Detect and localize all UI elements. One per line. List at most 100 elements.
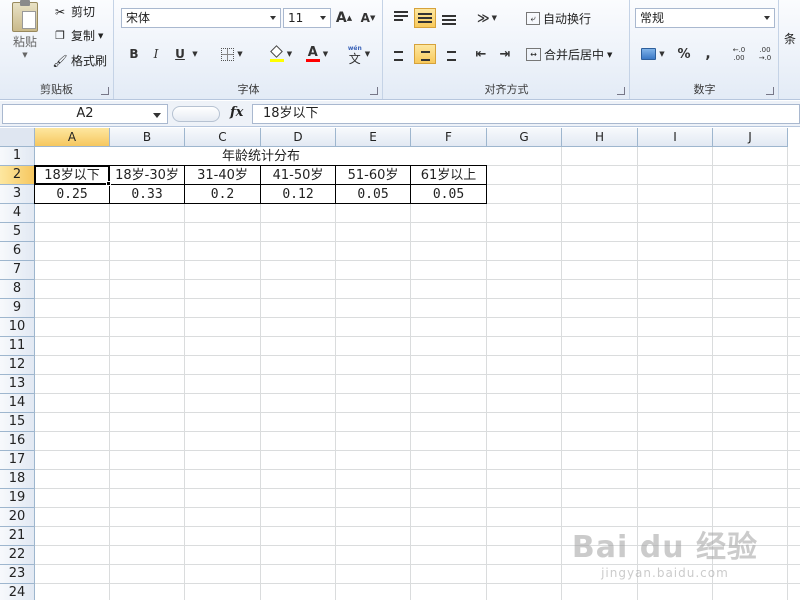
formula-bar: A2 fx 18岁以下 — [0, 101, 800, 127]
row-header-22[interactable]: 22 — [0, 546, 35, 565]
align-bottom-button[interactable] — [438, 8, 460, 28]
merge-center-button[interactable]: ↔ 合并后居中 ▼ — [526, 46, 612, 63]
fill-color-button[interactable]: ▼ — [265, 44, 297, 64]
font-color-button[interactable]: A ▼ — [301, 44, 333, 64]
header-cell-a[interactable]: 18岁以下 — [35, 166, 110, 185]
percent-button[interactable]: % — [673, 44, 695, 64]
accounting-format-button[interactable]: ▼ — [637, 44, 669, 64]
select-all-corner[interactable] — [0, 128, 35, 147]
column-header-i[interactable]: I — [638, 128, 713, 147]
underline-button[interactable]: U — [169, 44, 191, 64]
grow-font-button[interactable]: A ▲ — [333, 8, 355, 28]
row-header-4[interactable]: 4 — [0, 204, 35, 223]
row-header-21[interactable]: 21 — [0, 527, 35, 546]
value-cell-d[interactable]: 0.12 — [261, 185, 336, 204]
row-header-8[interactable]: 8 — [0, 280, 35, 299]
chevron-down-icon: ▼ — [237, 50, 243, 58]
align-left-button[interactable] — [390, 44, 412, 64]
row-header-2[interactable]: 2 — [0, 166, 35, 185]
header-cell-c[interactable]: 31-40岁 — [185, 166, 261, 185]
paste-button[interactable]: 粘贴 ▼ — [6, 0, 44, 59]
align-top-button[interactable] — [390, 8, 412, 28]
column-header-f[interactable]: F — [411, 128, 487, 147]
cut-button[interactable]: ✂ 剪切 — [52, 3, 95, 20]
align-center-button[interactable] — [414, 44, 436, 64]
row-header-18[interactable]: 18 — [0, 470, 35, 489]
fill-handle[interactable] — [106, 181, 111, 186]
clipboard-dialog-launcher-icon[interactable] — [101, 87, 109, 95]
increase-decimal-button[interactable]: ←.0 .00 — [727, 44, 751, 64]
row-header-20[interactable]: 20 — [0, 508, 35, 527]
increase-indent-button[interactable]: ⇥ — [494, 44, 516, 64]
row-header-17[interactable]: 17 — [0, 451, 35, 470]
column-header-a[interactable]: A — [35, 128, 110, 147]
row-header-24[interactable]: 24 — [0, 584, 35, 600]
header-cell-b[interactable]: 18岁-30岁 — [110, 166, 185, 185]
shrink-font-button[interactable]: A ▼ — [357, 8, 379, 28]
value-cell-f[interactable]: 0.05 — [411, 185, 487, 204]
value-cell-c[interactable]: 0.2 — [185, 185, 261, 204]
value-cell-b[interactable]: 0.33 — [110, 185, 185, 204]
borders-button[interactable]: ▼ — [215, 44, 249, 64]
font-dialog-launcher-icon[interactable] — [370, 87, 378, 95]
alignment-dialog-launcher-icon[interactable] — [617, 87, 625, 95]
row-header-13[interactable]: 13 — [0, 375, 35, 394]
watermark-url: jingyan.baidu.com — [601, 566, 729, 580]
phonetic-guide-button[interactable]: wén 文 ▼ — [343, 44, 375, 65]
row-header-12[interactable]: 12 — [0, 356, 35, 375]
wrap-text-button[interactable]: ⤶ 自动换行 — [526, 10, 591, 27]
font-name-select[interactable]: 宋体 — [121, 8, 281, 28]
row-header-14[interactable]: 14 — [0, 394, 35, 413]
number-format-select[interactable]: 常规 — [635, 8, 775, 28]
column-header-h[interactable]: H — [562, 128, 638, 147]
value-cell-e[interactable]: 0.05 — [336, 185, 411, 204]
column-header-g[interactable]: G — [487, 128, 562, 147]
header-cell-e[interactable]: 51-60岁 — [336, 166, 411, 185]
gridline-horizontal — [35, 317, 800, 318]
conditional-format-button[interactable]: 条 — [784, 30, 796, 47]
row-header-5[interactable]: 5 — [0, 223, 35, 242]
row-header-23[interactable]: 23 — [0, 565, 35, 584]
copy-button[interactable]: ❐ 复制 ▼ — [52, 27, 103, 44]
font-size-select[interactable]: 11 — [283, 8, 331, 28]
spreadsheet-grid[interactable]: ABCDEFGHIJ 1 2 3 4 5 6 7 8 9 10 11 12 13 14 15 16 17 18 19… — [0, 128, 800, 600]
sheet-title-cell[interactable]: 年龄统计分布 — [35, 147, 487, 166]
number-dialog-launcher-icon[interactable] — [766, 87, 774, 95]
align-middle-button[interactable] — [414, 8, 436, 28]
formula-input[interactable]: 18岁以下 — [252, 104, 800, 124]
row-header-19[interactable]: 19 — [0, 489, 35, 508]
row-header-11[interactable]: 11 — [0, 337, 35, 356]
insert-function-button[interactable]: fx — [230, 105, 243, 120]
row-header-9[interactable]: 9 — [0, 299, 35, 318]
gridline-horizontal — [35, 431, 800, 432]
column-header-d[interactable]: D — [261, 128, 336, 147]
comma-style-button[interactable]: , — [697, 44, 719, 64]
column-header-c[interactable]: C — [185, 128, 261, 147]
row-header-6[interactable]: 6 — [0, 242, 35, 261]
decrease-indent-button[interactable]: ⇤ — [470, 44, 492, 64]
row-header-10[interactable]: 10 — [0, 318, 35, 337]
row-header-16[interactable]: 16 — [0, 432, 35, 451]
column-header-j[interactable]: J — [713, 128, 788, 147]
row-header-1[interactable]: 1 — [0, 147, 35, 166]
row-header-15[interactable]: 15 — [0, 413, 35, 432]
header-cell-f[interactable]: 61岁以上 — [411, 166, 487, 185]
bold-button[interactable]: B — [123, 44, 145, 64]
value-cell-a[interactable]: 0.25 — [35, 185, 110, 204]
format-painter-button[interactable]: 🖌 格式刷 — [52, 52, 107, 69]
column-header-e[interactable]: E — [336, 128, 411, 147]
column-header-b[interactable]: B — [110, 128, 185, 147]
orientation-button[interactable]: ≫ ▼ — [472, 8, 502, 28]
row-header-3[interactable]: 3 — [0, 185, 35, 204]
wrap-text-label: 自动换行 — [543, 12, 592, 26]
formula-bar-resize-handle[interactable] — [172, 106, 220, 122]
chevron-down-icon: ▼ — [98, 31, 104, 40]
header-cell-d[interactable]: 41-50岁 — [261, 166, 336, 185]
italic-button[interactable]: I — [145, 44, 167, 64]
scissors-icon: ✂ — [54, 4, 66, 19]
name-box[interactable]: A2 — [2, 104, 168, 124]
align-right-button[interactable] — [438, 44, 460, 64]
row-header-7[interactable]: 7 — [0, 261, 35, 280]
underline-dropdown[interactable]: ▼ — [189, 44, 201, 64]
decrease-decimal-button[interactable]: .00 →.0 — [753, 44, 777, 64]
